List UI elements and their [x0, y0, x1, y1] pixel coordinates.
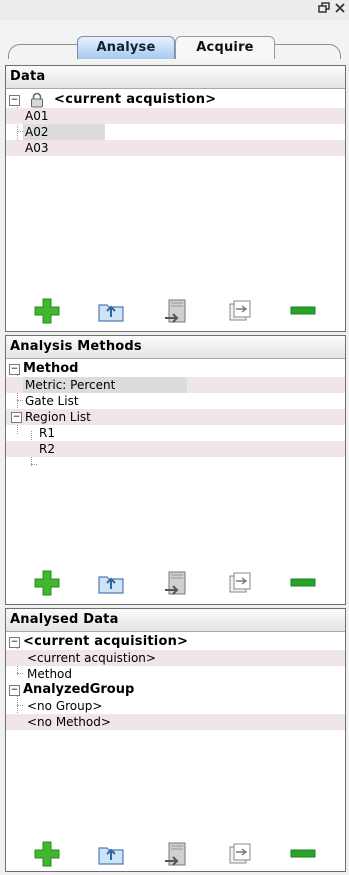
list-item-label: Gate List: [25, 394, 79, 408]
lock-icon: [30, 92, 44, 108]
list-item[interactable]: Method: [6, 666, 345, 682]
analysed-toolbar: [6, 837, 345, 871]
list-item-label: Method: [27, 667, 73, 681]
close-window-icon[interactable]: [333, 2, 347, 16]
list-item-label: Metric: Percent: [23, 377, 187, 393]
list-item[interactable]: <current acquistion>: [6, 650, 345, 666]
group-row[interactable]: − <current acquisition>: [6, 634, 345, 650]
collapse-toggle-icon[interactable]: −: [9, 685, 20, 696]
analysis-methods-panel: Analysis Methods − Method Metric: Percen…: [5, 335, 346, 605]
list-item[interactable]: A02: [6, 124, 345, 140]
group-row[interactable]: − AnalyzedGroup: [6, 682, 345, 698]
open-folder-icon[interactable]: [96, 568, 126, 598]
list-item-label: <no Method>: [27, 715, 111, 729]
remove-icon[interactable]: [288, 568, 318, 598]
tree-root-row[interactable]: − <current acquistion>: [6, 92, 345, 108]
list-item[interactable]: Gate List: [6, 393, 345, 409]
add-icon[interactable]: [32, 296, 62, 326]
collapse-toggle-icon[interactable]: −: [11, 412, 22, 423]
add-icon[interactable]: [32, 568, 62, 598]
list-item[interactable]: Metric: Percent: [6, 377, 345, 393]
analysed-panel-title: Analysed Data: [6, 609, 345, 632]
list-item-label: R2: [39, 442, 55, 456]
list-item-label: <current acquistion>: [27, 651, 156, 665]
tab-acquire[interactable]: Acquire: [175, 36, 275, 59]
data-tree: − <current acquistion> A01 A02 A03: [6, 89, 345, 289]
tree-root-label: <current acquistion>: [54, 92, 217, 107]
data-panel-title: Data: [6, 66, 345, 89]
import-icon[interactable]: [161, 568, 191, 598]
open-folder-icon[interactable]: [96, 839, 126, 869]
add-icon[interactable]: [32, 839, 62, 869]
tree-line: [31, 464, 37, 465]
data-panel: Data − <current acquistion> A01 A02 A03: [5, 65, 346, 332]
import-icon[interactable]: [161, 839, 191, 869]
analysed-tree: − <current acquisition> <current acquist…: [6, 632, 345, 832]
copy-icon[interactable]: [224, 296, 254, 326]
copy-icon[interactable]: [224, 568, 254, 598]
list-item[interactable]: R1: [6, 425, 345, 441]
copy-icon[interactable]: [224, 839, 254, 869]
collapse-toggle-icon[interactable]: −: [9, 95, 20, 106]
data-toolbar: [6, 294, 345, 328]
list-item-label: A03: [25, 141, 49, 155]
tree-root-row[interactable]: − Method: [6, 361, 345, 377]
window-titlebar: [0, 0, 349, 21]
methods-panel-title: Analysis Methods: [6, 336, 345, 359]
list-item-label: A02: [23, 124, 105, 140]
group-label: <current acquisition>: [23, 634, 189, 649]
list-item[interactable]: A01: [6, 108, 345, 124]
remove-icon[interactable]: [288, 839, 318, 869]
list-item[interactable]: − Region List: [6, 409, 345, 425]
list-item-label: R1: [39, 426, 55, 440]
collapse-toggle-icon[interactable]: −: [9, 364, 20, 375]
list-item[interactable]: <no Group>: [6, 698, 345, 714]
restore-window-icon[interactable]: [317, 2, 331, 16]
analysed-data-panel: Analysed Data − <current acquisition> <c…: [5, 608, 346, 872]
list-item-label: A01: [25, 109, 49, 123]
tab-analyse[interactable]: Analyse: [77, 36, 175, 59]
group-label: AnalyzedGroup: [23, 682, 135, 697]
methods-tree: − Method Metric: Percent Gate List − Reg…: [6, 359, 345, 559]
list-item-label: <no Group>: [27, 699, 103, 713]
import-icon[interactable]: [161, 296, 191, 326]
collapse-toggle-icon[interactable]: −: [9, 637, 20, 648]
open-folder-icon[interactable]: [96, 296, 126, 326]
methods-toolbar: [6, 566, 345, 600]
list-item[interactable]: R2: [6, 441, 345, 457]
remove-icon[interactable]: [288, 296, 318, 326]
tree-root-label: Method: [23, 361, 79, 376]
list-item[interactable]: A03: [6, 140, 345, 156]
list-item-label: Region List: [25, 410, 91, 424]
list-item[interactable]: <no Method>: [6, 714, 345, 730]
